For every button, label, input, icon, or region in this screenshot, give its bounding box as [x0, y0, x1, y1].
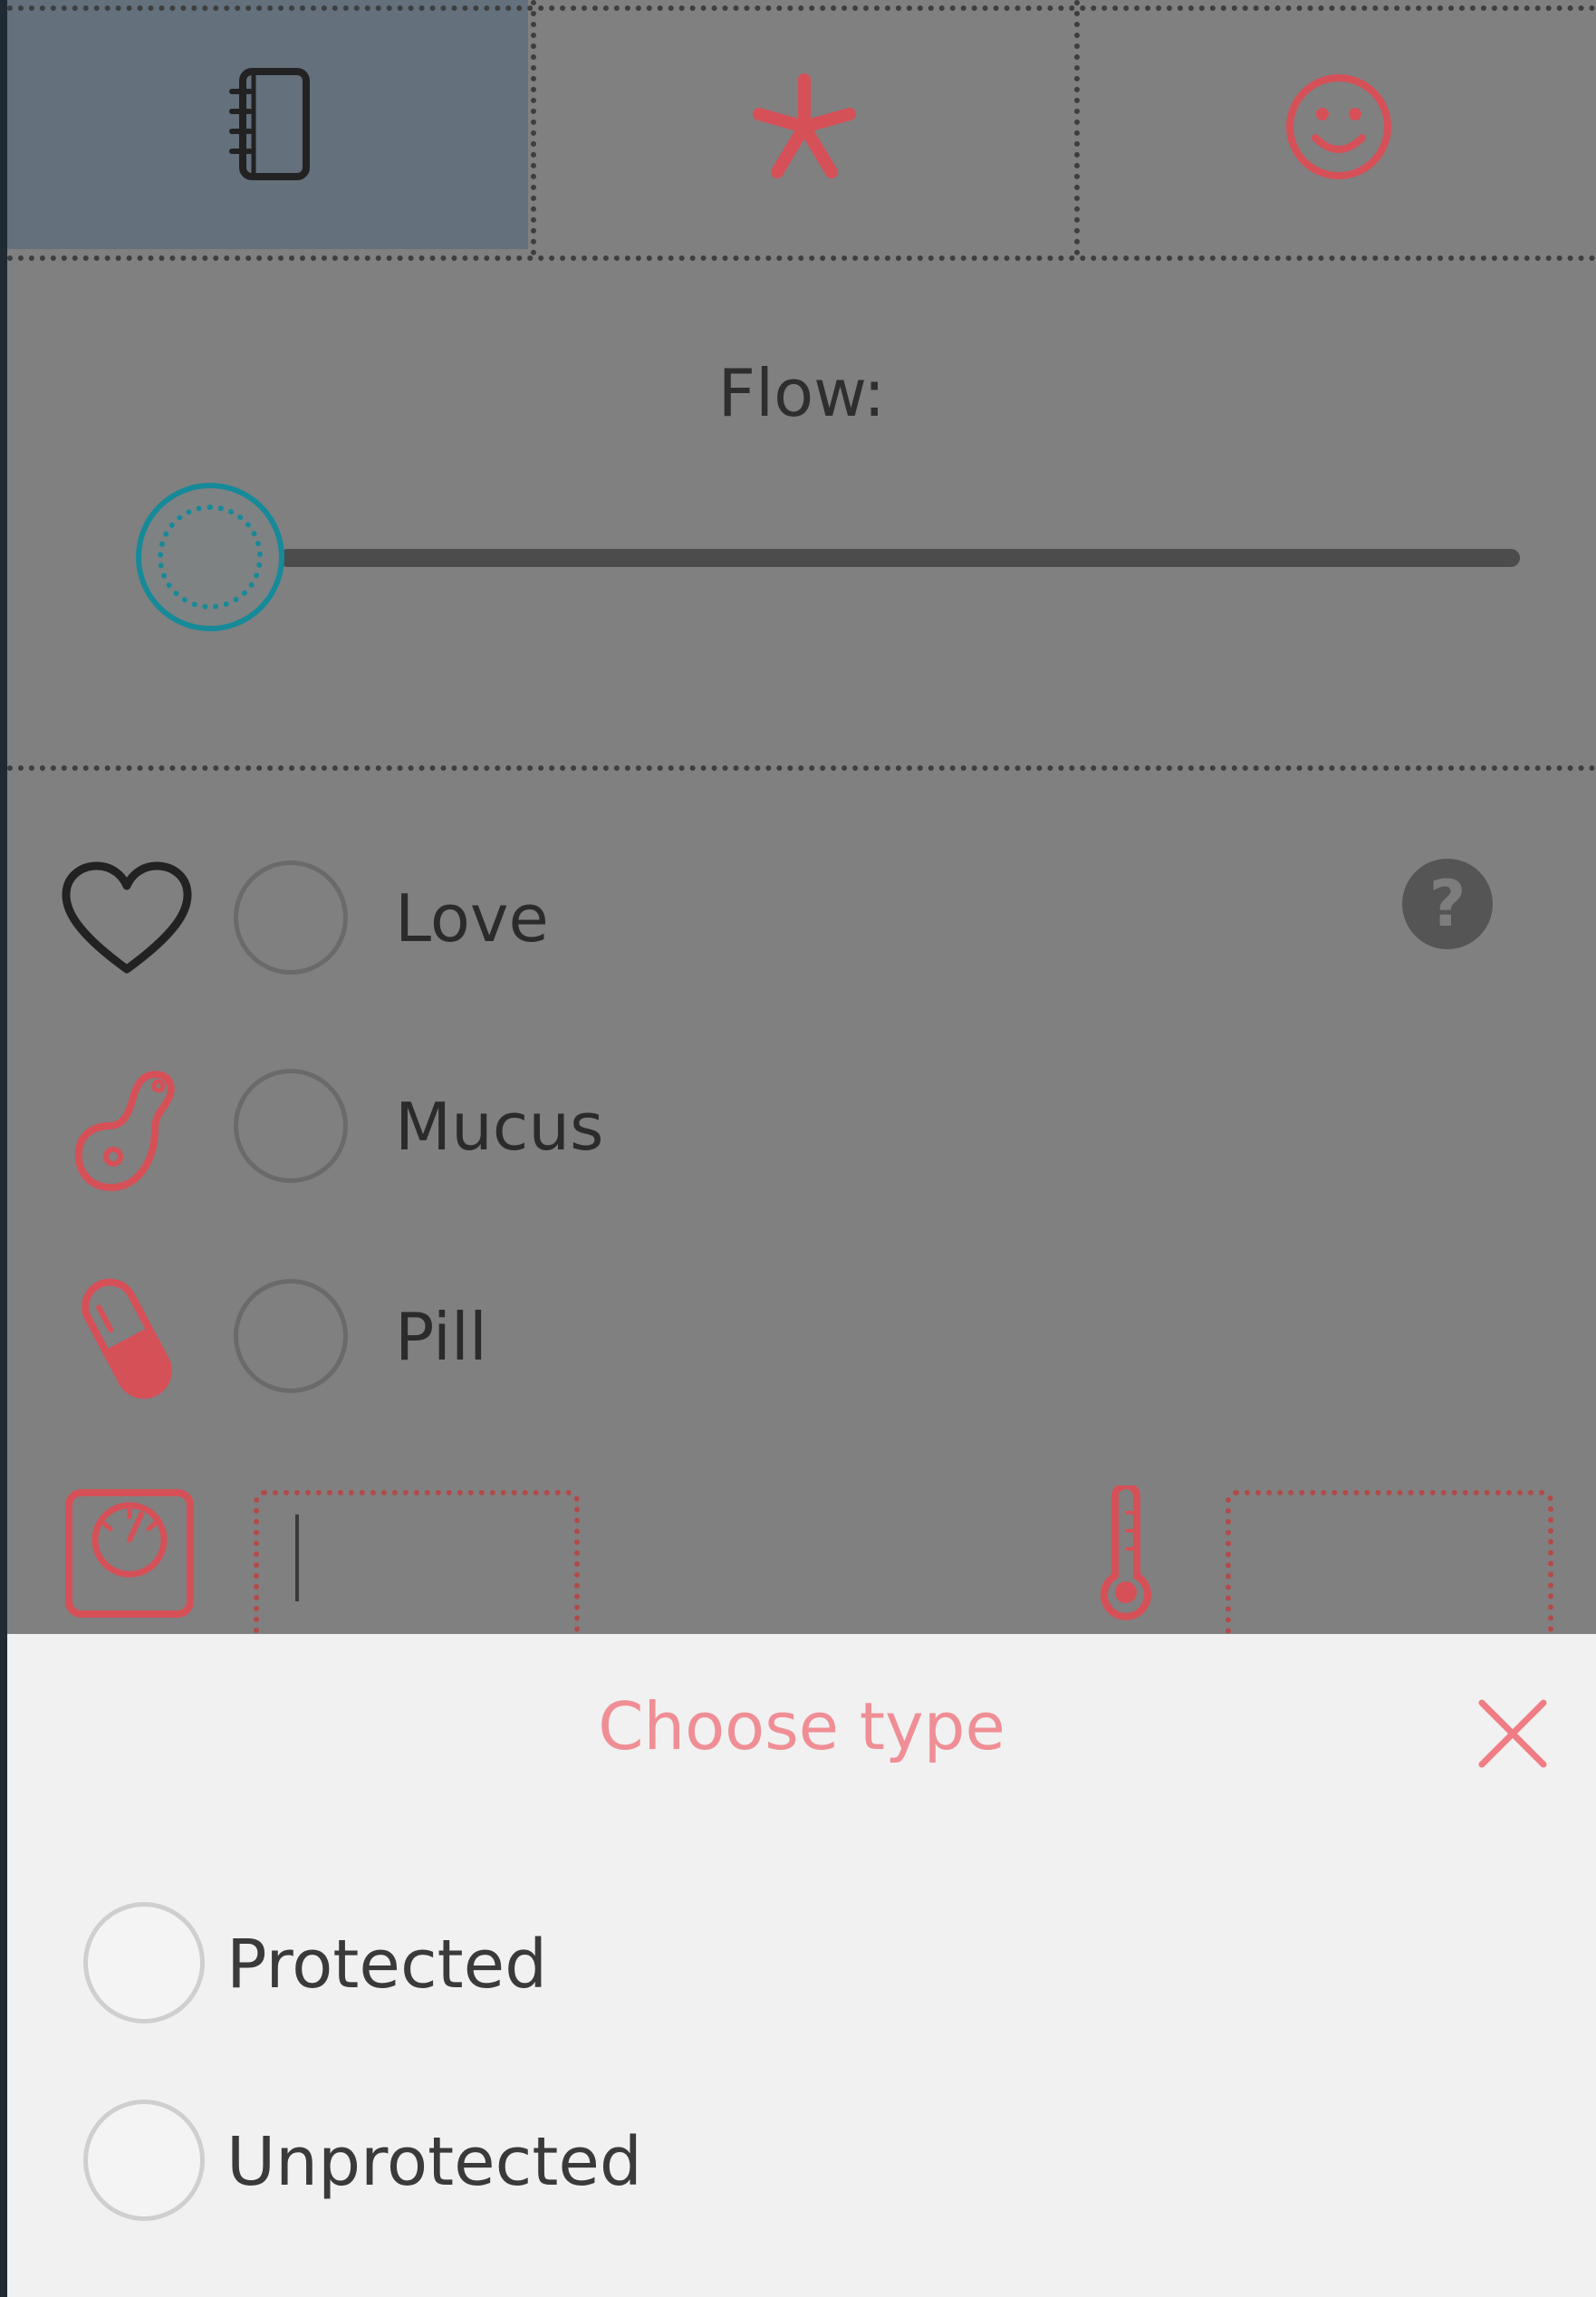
love-row-icon — [54, 847, 199, 992]
tab-symptoms[interactable] — [537, 0, 1072, 254]
pill-label: Pill — [395, 1299, 487, 1375]
pill-icon — [82, 1278, 172, 1399]
weight-field-icon — [62, 1485, 197, 1621]
help-button[interactable]: ? — [1402, 859, 1493, 949]
unprotected-label[interactable]: Unprotected — [226, 2129, 642, 2196]
choose-type-sheet: Choose type Protected Unprotected — [7, 1634, 1596, 2297]
flow-slider-thumb[interactable] — [136, 483, 284, 631]
mucus-label: Mucus — [395, 1089, 604, 1165]
pill-row-icon — [54, 1266, 199, 1411]
heart-icon — [62, 861, 192, 974]
pill-radio[interactable] — [234, 1279, 348, 1393]
mucus-row-icon — [54, 1058, 199, 1203]
close-icon — [1478, 1699, 1547, 1768]
unprotected-radio[interactable] — [83, 2100, 205, 2221]
sheet-title: Choose type — [598, 1688, 1005, 1764]
smiley-icon — [1285, 74, 1391, 179]
tab-diary[interactable] — [7, 0, 528, 249]
weight-input[interactable] — [254, 1490, 580, 1644]
flow-label: Flow: — [717, 355, 886, 431]
tab-divider — [531, 0, 536, 255]
notebook-icon — [228, 67, 310, 180]
close-button[interactable] — [1467, 1688, 1558, 1779]
temperature-field-icon — [1058, 1485, 1194, 1621]
flow-thumb-ring — [158, 505, 263, 610]
asterisk-icon — [753, 73, 856, 178]
tab-mood[interactable] — [1081, 0, 1596, 254]
tab-bar-divider — [7, 255, 1596, 261]
scale-icon — [65, 1489, 194, 1618]
tab-divider — [1074, 0, 1080, 255]
app-screen: Flow: Love ? Mucus Pill Choose type Prot… — [7, 0, 1596, 2297]
mucus-radio[interactable] — [234, 1069, 348, 1183]
love-radio[interactable] — [234, 860, 348, 975]
love-label: Love — [395, 880, 549, 956]
text-cursor — [295, 1514, 299, 1601]
flow-slider-track[interactable] — [279, 549, 1520, 567]
protected-radio[interactable] — [83, 1902, 205, 2023]
protected-label[interactable]: Protected — [226, 1931, 547, 1998]
top-border — [7, 5, 1596, 11]
thermometer-icon — [1101, 1485, 1151, 1620]
mucus-icon — [74, 1071, 175, 1191]
temperature-input[interactable] — [1226, 1490, 1553, 1644]
section-divider — [7, 765, 1596, 771]
